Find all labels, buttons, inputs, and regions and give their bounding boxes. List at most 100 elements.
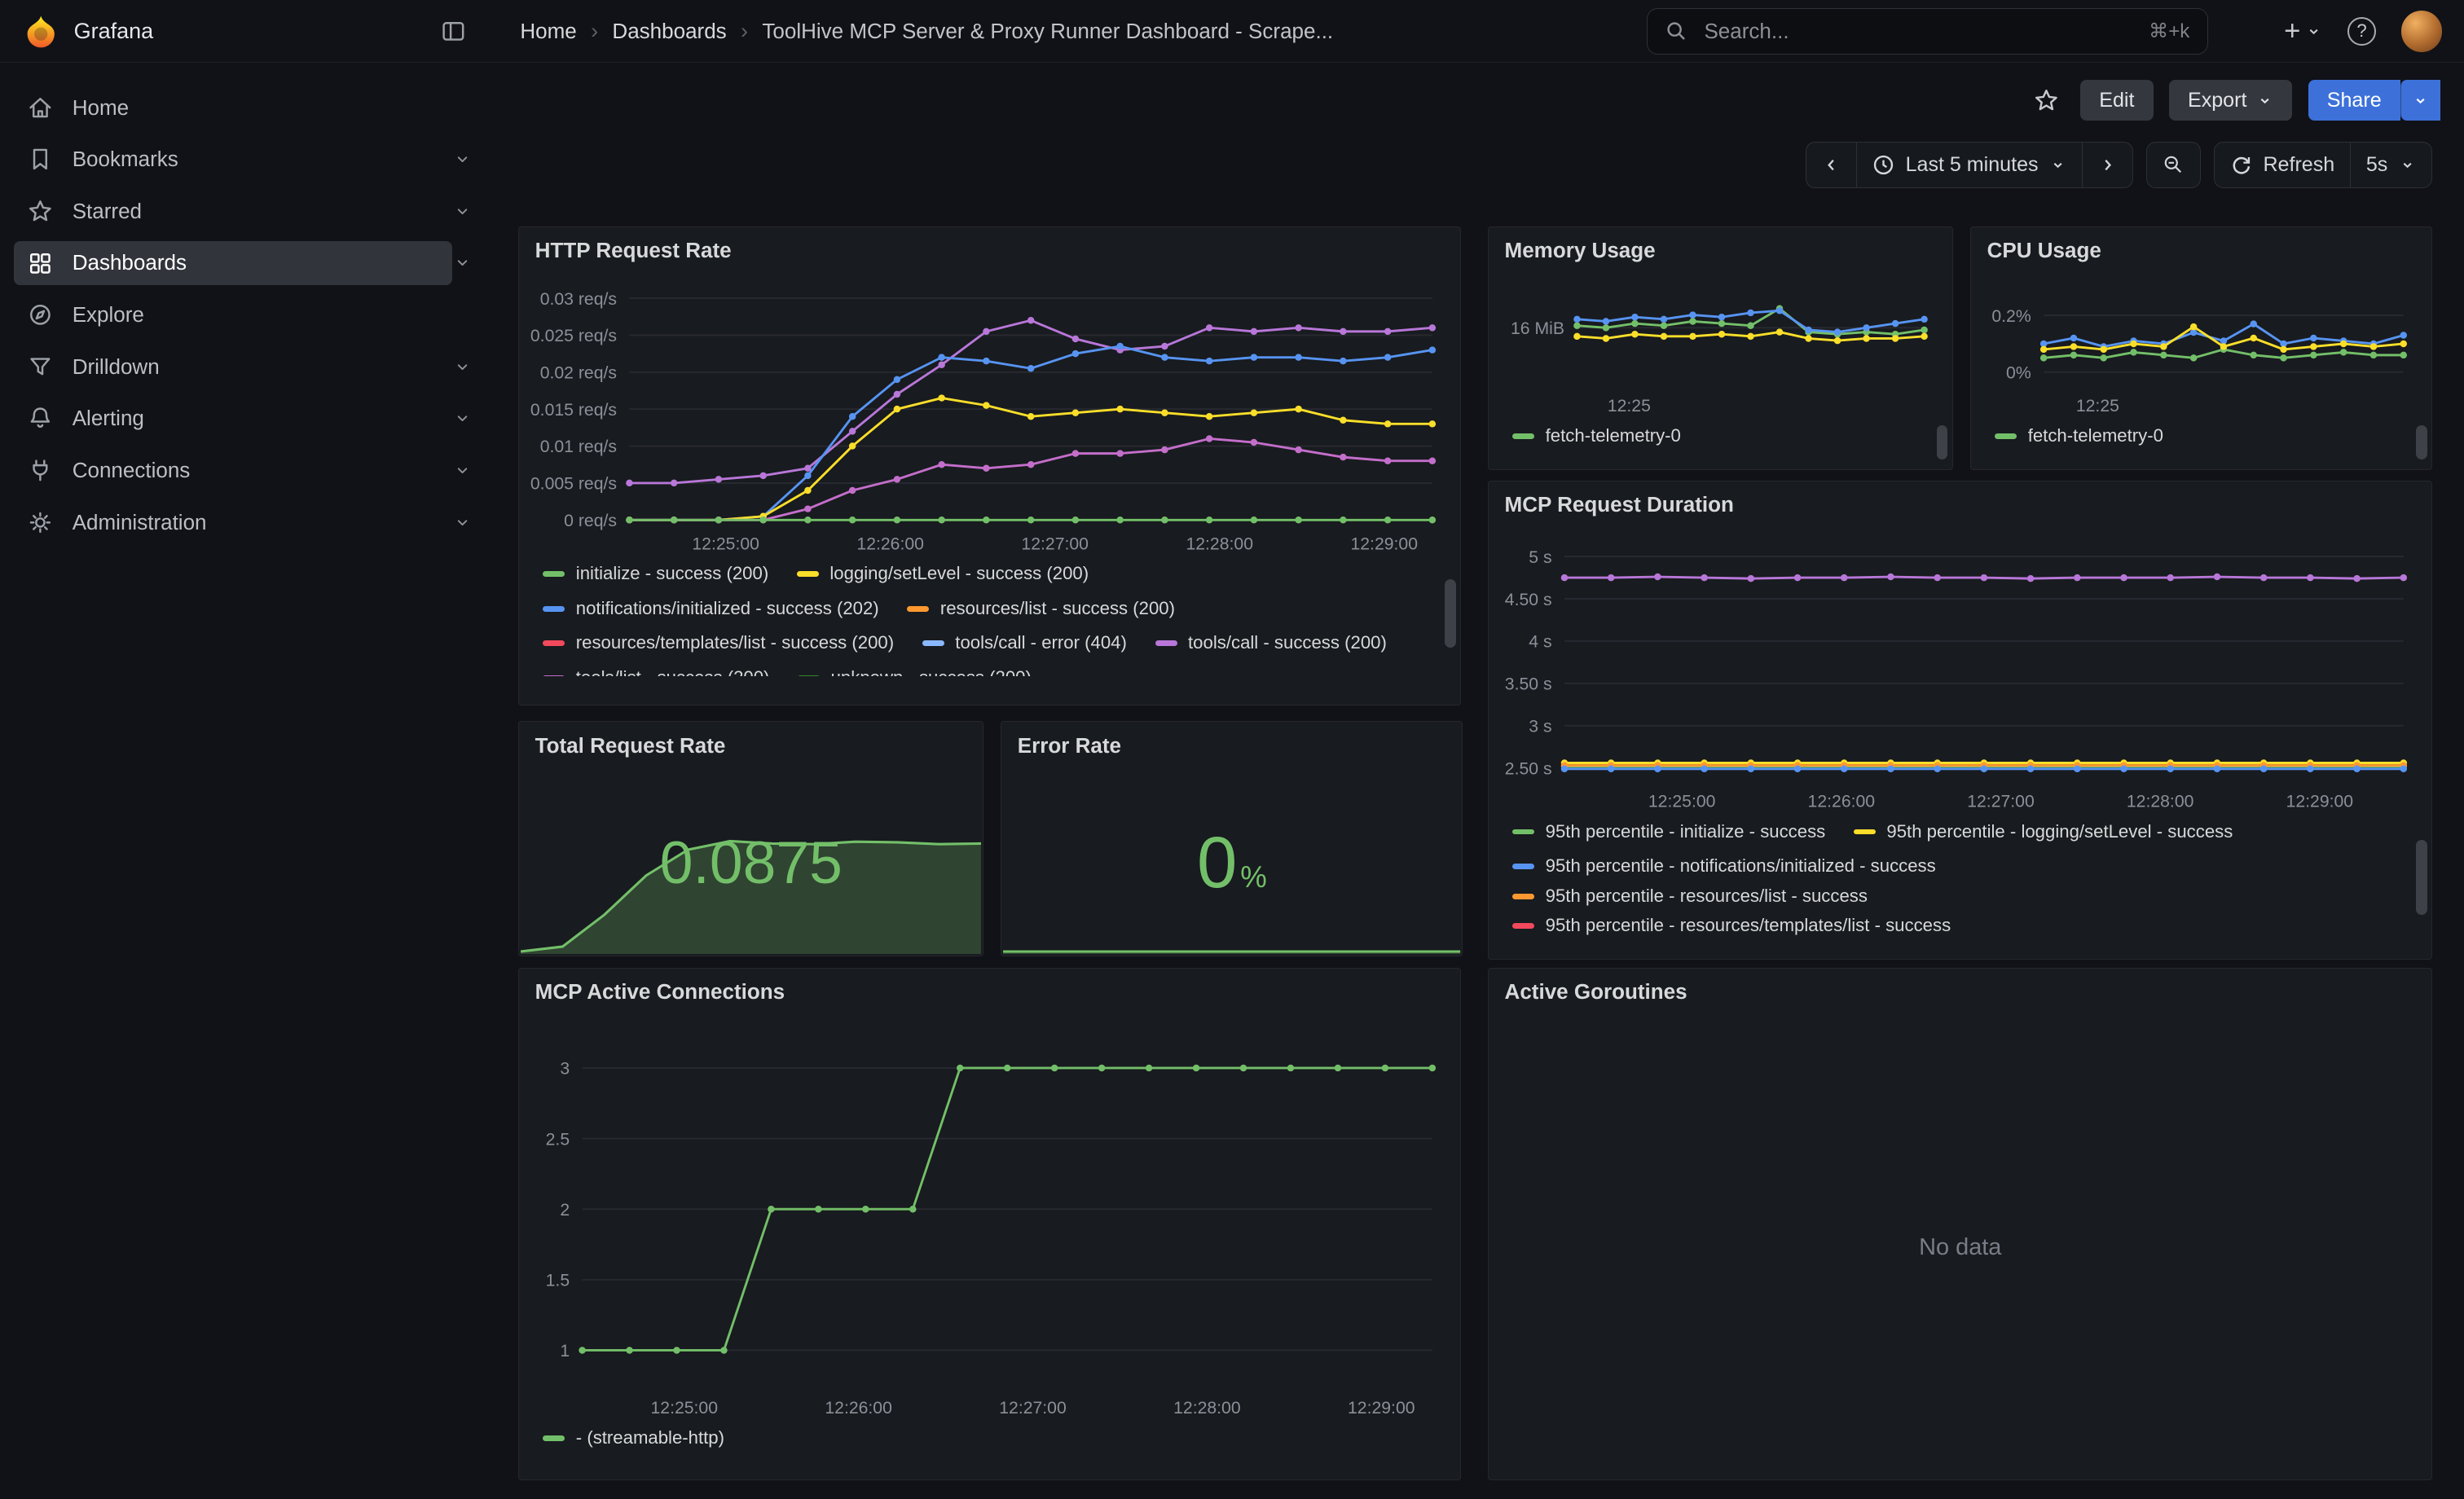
legend-item[interactable]: logging/setLevel - success (200) [797, 561, 1089, 587]
sidebar-item-home[interactable]: Home [0, 81, 492, 134]
sidebar-item-dashboards[interactable]: Dashboards [0, 237, 492, 289]
memory-usage-chart[interactable]: 16 MiB12:25 [1498, 275, 1943, 419]
panel-title-mcp-request-duration[interactable]: MCP Request Duration [1489, 481, 2431, 529]
time-shift-forward-button[interactable] [2082, 142, 2134, 189]
time-shift-back-button[interactable] [1806, 142, 1858, 189]
share-menu-button[interactable] [2400, 80, 2440, 121]
mcp-active-connections-chart[interactable]: 32.521.5112:25:0012:26:0012:27:0012:28:0… [529, 1016, 1451, 1422]
legend-item[interactable]: 95th percentile - initialize - success [1512, 820, 1825, 845]
panel-title-active-goroutines[interactable]: Active Goroutines [1489, 969, 2431, 1016]
chevron-down-icon[interactable] [452, 201, 473, 222]
legend-item[interactable]: 95th percentile - logging/setLevel - suc… [1854, 820, 2233, 845]
panel-title-mcp-active-connections[interactable]: MCP Active Connections [519, 969, 1460, 1016]
legend-item[interactable]: unknown - success (200) [798, 666, 1032, 677]
series-color-marker [1512, 433, 1534, 439]
sidebar-item-drilldown[interactable]: Drilldown [0, 341, 492, 393]
topbar-actions: + ? [2284, 0, 2442, 63]
chevron-down-icon [2305, 23, 2322, 40]
legend-item[interactable]: fetch-telemetry-0 [1512, 424, 1681, 449]
panel-title-http-request-rate[interactable]: HTTP Request Rate [519, 227, 1460, 275]
refresh-interval-picker[interactable]: 5s [2350, 142, 2433, 189]
export-button[interactable]: Export [2169, 80, 2292, 121]
panel-mcp-active-connections: MCP Active Connections 32.521.5112:25:00… [518, 968, 1461, 1480]
favorite-star-button[interactable] [2028, 82, 2064, 118]
drilldown-icon [27, 354, 54, 380]
chevron-down-icon[interactable] [452, 512, 473, 533]
legend-item[interactable]: 95th percentile - resources/list - succe… [1512, 884, 2387, 909]
sidebar-item-bookmarks[interactable]: Bookmarks [0, 134, 492, 186]
share-split-button: Share [2308, 80, 2440, 121]
series-color-marker [543, 675, 565, 676]
series-color-marker [798, 675, 820, 676]
svg-text:0.01 req/s: 0.01 req/s [540, 437, 617, 456]
cpu-usage-chart[interactable]: 0.2%0%12:25 [1981, 275, 2422, 419]
sidebar-item-connections[interactable]: Connections [0, 445, 492, 497]
http-request-rate-legend: initialize - success (200) logging/setLev… [543, 557, 1445, 677]
legend-item[interactable]: tools/list - success (200) [543, 666, 769, 677]
chevron-down-icon[interactable] [452, 460, 473, 481]
svg-text:16 MiB: 16 MiB [1511, 319, 1564, 338]
legend-item[interactable]: 95th percentile - resources/templates/li… [1512, 913, 2387, 939]
svg-text:3: 3 [560, 1059, 570, 1078]
sidebar-item-administration[interactable]: Administration [0, 496, 492, 548]
memory-usage-legend: fetch-telemetry-0 [1512, 419, 1937, 456]
panel-title-memory-usage[interactable]: Memory Usage [1489, 227, 1952, 275]
chevron-down-icon[interactable] [452, 253, 473, 273]
chevron-down-icon[interactable] [452, 149, 473, 169]
legend-item[interactable]: - (streamable-http) [543, 1426, 724, 1451]
topbar-left: Grafana [0, 14, 492, 48]
panel-title-cpu-usage[interactable]: CPU Usage [1971, 227, 2431, 275]
panel-total-request-rate: Total Request Rate 0.0875 [518, 721, 983, 956]
legend-item[interactable]: tools/call - error (404) [922, 631, 1127, 656]
dock-sidebar-icon[interactable] [437, 15, 469, 47]
sidebar-item-starred[interactable]: Starred [0, 186, 492, 238]
mcp-request-duration-chart[interactable]: 5 s4.50 s4 s3.50 s3 s2.50 s12:25:0012:26… [1498, 529, 2422, 815]
top-navigation-bar: Grafana Home › Dashboards › ToolHive MCP… [0, 0, 2464, 63]
add-new-button[interactable]: + [2284, 17, 2322, 46]
sidebar-item-explore[interactable]: Explore [0, 289, 492, 341]
series-color-marker [922, 640, 944, 646]
grafana-logo-icon[interactable] [24, 14, 58, 48]
edit-button[interactable]: Edit [2080, 80, 2153, 121]
svg-text:0.2%: 0.2% [1991, 306, 2031, 325]
legend-item[interactable]: resources/templates/list - success (200) [543, 631, 894, 656]
user-avatar[interactable] [2401, 11, 2442, 51]
search-box[interactable]: ⌘+k [1647, 8, 2207, 55]
legend-scrollbar[interactable] [2416, 840, 2427, 916]
legend-item[interactable]: fetch-telemetry-0 [1995, 424, 2163, 449]
svg-text:12:28:00: 12:28:00 [1186, 534, 1253, 553]
series-color-marker [1512, 894, 1534, 899]
legend-item[interactable]: tools/call - success (200) [1155, 631, 1387, 656]
chevron-down-icon[interactable] [452, 357, 473, 377]
sidebar-item-alerting[interactable]: Alerting [0, 393, 492, 445]
refresh-controls: Refresh 5s [2214, 142, 2433, 189]
svg-text:12:26:00: 12:26:00 [1807, 792, 1875, 811]
series-color-marker [1854, 829, 1876, 835]
legend-item[interactable]: 95th percentile - notifications/initiali… [1512, 854, 2387, 879]
legend-item[interactable]: initialize - success (200) [543, 561, 768, 587]
breadcrumb-dashboards[interactable]: Dashboards [612, 19, 726, 44]
panel-title-error-rate[interactable]: Error Rate [1001, 722, 1462, 769]
error-rate-value: 0% [1197, 821, 1267, 904]
zoom-out-time-button[interactable] [2146, 142, 2202, 189]
search-input[interactable] [1701, 17, 2136, 46]
chevron-down-icon[interactable] [452, 408, 473, 429]
svg-text:12:25:00: 12:25:00 [692, 534, 759, 553]
http-request-rate-chart[interactable]: 0.03 req/s0.025 req/s0.02 req/s0.015 req… [529, 275, 1451, 557]
time-range-picker[interactable]: Last 5 minutes [1856, 142, 2083, 189]
share-button[interactable]: Share [2308, 80, 2400, 121]
svg-text:12:27:00: 12:27:00 [1967, 792, 2035, 811]
legend-item[interactable]: resources/list - success (200) [907, 596, 1175, 622]
legend-scrollbar[interactable] [2416, 425, 2427, 459]
chevron-down-icon [2399, 156, 2416, 174]
legend-scrollbar[interactable] [1445, 579, 1455, 648]
breadcrumb-home[interactable]: Home [520, 19, 576, 44]
series-color-marker [1512, 923, 1534, 929]
legend-item[interactable]: notifications/initialized - success (202… [543, 596, 878, 622]
help-button[interactable]: ? [2347, 17, 2376, 46]
legend-scrollbar[interactable] [1937, 425, 1947, 459]
svg-text:2: 2 [560, 1201, 570, 1220]
svg-text:0 req/s: 0 req/s [564, 512, 617, 530]
panel-title-total-request-rate[interactable]: Total Request Rate [519, 722, 983, 769]
refresh-button[interactable]: Refresh [2214, 142, 2352, 189]
